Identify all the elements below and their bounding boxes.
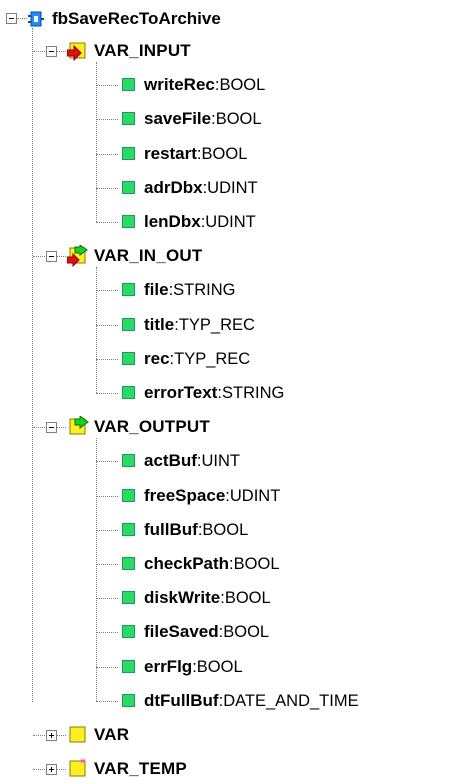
variable-name: fileSaved (144, 622, 219, 642)
section-label-text: VAR_TEMP (94, 759, 187, 779)
variable-name: checkPath (144, 554, 230, 573)
variable-icon (122, 351, 135, 365)
variable-icon (122, 591, 135, 605)
section-toggle-var-temp[interactable] (46, 764, 57, 776)
variable-type: BOOL (219, 76, 266, 95)
section-label-var-temp[interactable]: VAR_TEMP (94, 754, 187, 784)
variable-name: dtFullBuf (144, 690, 219, 710)
variable-type: BOOL (233, 555, 280, 573)
variable-item-title[interactable]: title : TYP_REC (144, 310, 255, 340)
section-label-text: VAR_OUTPUT (94, 417, 210, 437)
function-block-icon (28, 11, 44, 27)
variable-name: errFlg (144, 656, 193, 676)
variable-type: BOOL (201, 144, 248, 163)
variable-type: UINT (201, 452, 241, 471)
variable-icon (122, 454, 135, 468)
section-label-text: VAR_INPUT (94, 41, 191, 60)
variable-name: restart (144, 143, 197, 163)
variable-type: TYP_REC (178, 315, 255, 334)
variable-icon (122, 180, 135, 194)
variable-icon (122, 215, 135, 228)
variable-item-fullBuf[interactable]: fullBuf : BOOL (144, 515, 248, 545)
variable-item-errFlg[interactable]: errFlg : BOOL (144, 652, 243, 682)
variable-name: lenDbx (144, 212, 201, 231)
variable-type: STRING (221, 384, 285, 402)
variable-name: file (144, 280, 169, 300)
variable-item-lenDbx[interactable]: lenDbx : UDINT (144, 207, 256, 237)
variable-item-actBuf[interactable]: actBuf : UINT (144, 446, 240, 476)
variable-type: STRING (173, 281, 236, 300)
variable-icon (122, 78, 135, 92)
variable-name: writeRec (144, 75, 215, 95)
section-label-text: VAR (94, 725, 130, 744)
variable-item-freeSpace[interactable]: freeSpace : UDINT (144, 481, 280, 511)
section-label-var[interactable]: VAR (94, 720, 129, 750)
root-collapse-toggle[interactable] (6, 13, 17, 24)
output-folder-icon (69, 416, 89, 435)
variable-type: BOOL (196, 657, 243, 676)
variable-item-adrDbx[interactable]: adrDbx : UDINT (144, 173, 258, 203)
section-toggle-var-output[interactable] (46, 422, 57, 434)
variable-item-writeRec[interactable]: writeRec : BOOL (144, 70, 265, 100)
svg-text:*: * (80, 758, 86, 770)
variable-type: BOOL (223, 623, 270, 642)
variable-item-saveFile[interactable]: saveFile : BOOL (144, 104, 262, 134)
variable-item-file[interactable]: file : STRING (144, 275, 236, 305)
section-label-var-in-out[interactable]: VAR_IN_OUT (94, 241, 202, 271)
variable-name: actBuf (144, 451, 197, 471)
variable-item-dtFullBuf[interactable]: dtFullBuf : DATE_AND_TIME (144, 686, 359, 716)
section-toggle-var[interactable] (46, 730, 57, 741)
variable-type: UDINT (205, 213, 256, 231)
section-toggle-var-input[interactable] (46, 46, 57, 57)
variable-type: UDINT (207, 178, 258, 197)
variable-icon (122, 557, 135, 570)
variable-icon (122, 625, 135, 639)
variable-icon (122, 112, 135, 126)
variable-icon (122, 146, 135, 160)
variable-type: UDINT (229, 486, 281, 505)
variable-type: BOOL (202, 520, 249, 539)
inout-folder-icon (67, 245, 88, 268)
variable-icon (122, 386, 135, 399)
var-folder-icon (69, 726, 86, 743)
input-folder-icon (67, 42, 86, 62)
variable-name: saveFile (144, 109, 212, 129)
variable-type: TYP_REC (174, 349, 251, 368)
variable-name: fullBuf (144, 519, 198, 539)
variable-item-diskWrite[interactable]: diskWrite : BOOL (144, 583, 271, 613)
variable-type: BOOL (224, 589, 271, 608)
variable-name: adrDbx (144, 177, 203, 197)
section-label-text: VAR_IN_OUT (94, 246, 203, 266)
variable-item-checkPath[interactable]: checkPath : BOOL (144, 549, 280, 579)
variable-name: errorText (144, 383, 218, 402)
section-label-var-input[interactable]: VAR_INPUT (94, 36, 191, 66)
variable-icon (122, 317, 135, 331)
variable-item-restart[interactable]: restart : BOOL (144, 139, 247, 169)
section-toggle-var-in-out[interactable] (46, 251, 57, 263)
variable-name: diskWrite (144, 588, 221, 608)
variable-icon (122, 283, 135, 297)
temp-folder-icon: * (69, 758, 86, 777)
variable-name: rec (144, 348, 170, 368)
variable-item-errorText[interactable]: errorText : STRING (144, 378, 284, 408)
variable-tree: fbSaveRecToArchive VAR_INPUT writeRec : B… (0, 0, 458, 778)
variable-type: DATE_AND_TIME (223, 691, 359, 710)
variable-item-fileSaved[interactable]: fileSaved : BOOL (144, 617, 269, 647)
variable-type: BOOL (215, 110, 262, 129)
variable-name: title (144, 314, 175, 334)
variable-icon (122, 693, 135, 707)
variable-icon (122, 522, 135, 536)
variable-item-rec[interactable]: rec : TYP_REC (144, 344, 250, 374)
variable-icon (122, 659, 135, 673)
variable-icon (122, 488, 135, 502)
section-label-var-output[interactable]: VAR_OUTPUT (94, 412, 210, 442)
root-label[interactable]: fbSaveRecToArchive (52, 4, 221, 34)
variable-name: freeSpace (144, 485, 226, 505)
